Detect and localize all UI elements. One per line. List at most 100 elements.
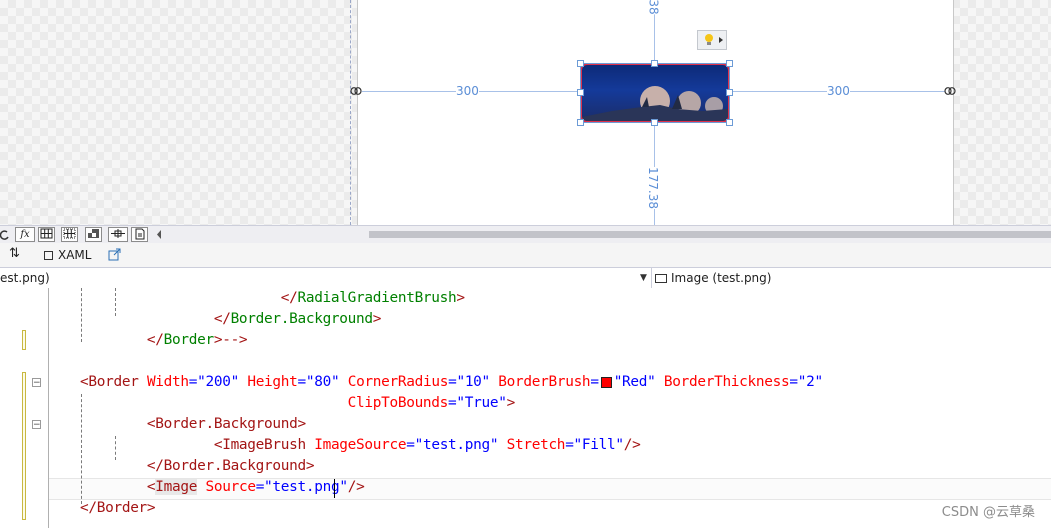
code-line[interactable]: </Border.Background>	[80, 456, 315, 477]
checker-icon	[88, 229, 99, 238]
code-line[interactable]: </Border.Background>	[80, 309, 382, 330]
code-token: ="True"	[448, 395, 507, 411]
right-anchor-icon[interactable]	[944, 86, 956, 96]
collapse-background-button[interactable]: −	[32, 420, 41, 430]
code-token: Border	[96, 500, 147, 516]
resize-handle-bl[interactable]	[577, 119, 584, 126]
snap-grid-button[interactable]	[61, 227, 78, 242]
quick-actions-button[interactable]	[697, 30, 727, 50]
code-token: Height	[247, 374, 298, 390]
fx-button[interactable]: fx	[15, 227, 35, 242]
horizontal-scrollbar[interactable]	[369, 231, 1051, 238]
code-token: CornerRadius	[347, 374, 449, 390]
resize-handle-tr[interactable]	[726, 60, 733, 67]
code-token: </	[80, 500, 97, 516]
bottom-margin-label: 177.38	[646, 167, 660, 209]
resize-handle-r[interactable]	[726, 89, 733, 96]
project-code-button[interactable]	[131, 227, 148, 242]
change-marker	[22, 330, 26, 350]
code-line[interactable]: <Image Source="test.png"/>	[80, 477, 365, 498]
resize-handle-b[interactable]	[651, 119, 658, 126]
code-token: >	[305, 458, 315, 474]
watermark: CSDN @云草桑	[941, 505, 1035, 520]
designer-ruler-line	[350, 0, 351, 225]
code-token: Border	[163, 332, 214, 348]
code-line[interactable]: <Border.Background>	[80, 414, 306, 435]
xaml-tab-icon	[44, 251, 53, 260]
code-line[interactable]: ClipToBounds="True">	[80, 393, 516, 414]
code-token: Border.Background	[230, 311, 373, 327]
code-token: ="2"	[789, 374, 823, 390]
code-token: Border.Background	[163, 458, 306, 474]
code-line[interactable]: </RadialGradientBrush>	[80, 288, 465, 309]
code-token: Image	[155, 479, 198, 495]
designer-toolbar: fx	[0, 225, 1051, 243]
resize-handle-tl[interactable]	[577, 60, 584, 67]
code-token: ImageBrush	[222, 437, 306, 453]
code-token: ImageSource	[314, 437, 407, 453]
swap-panes-button[interactable]: ⇅	[9, 246, 20, 261]
code-line[interactable]: <ImageBrush ImageSource="test.png" Stret…	[80, 435, 641, 456]
code-token: >	[456, 290, 465, 306]
document-icon	[135, 228, 145, 240]
resize-handle-br[interactable]	[726, 119, 733, 126]
snap-grid-icon	[63, 228, 76, 239]
code-token: Stretch	[506, 437, 566, 453]
code-token: >	[297, 416, 306, 432]
code-token: >	[146, 500, 156, 516]
navigation-bar: est.png) ▼ Image (test.png)	[0, 267, 1051, 289]
snap-lines-icon	[111, 229, 125, 238]
code-token: ClipToBounds	[347, 395, 449, 411]
resize-handle-t[interactable]	[651, 60, 658, 67]
text-caret	[334, 479, 335, 498]
type-selector[interactable]: est.png)	[0, 268, 652, 288]
left-anchor-icon[interactable]	[350, 86, 362, 96]
popout-icon[interactable]	[108, 248, 121, 261]
code-token: </	[146, 332, 164, 348]
code-line[interactable]: </Border>	[80, 498, 156, 519]
code-token: >-->	[213, 332, 248, 348]
grid-button[interactable]	[38, 227, 55, 242]
resize-handle-l[interactable]	[577, 89, 584, 96]
snap-lines-button[interactable]	[108, 227, 128, 242]
artboard-background-button[interactable]	[85, 227, 102, 242]
code-line[interactable]: <Border Width="200" Height="80" CornerRa…	[80, 372, 823, 393]
selection-box	[580, 63, 730, 123]
member-selector-value: Image (test.png)	[671, 271, 772, 285]
code-line[interactable]: </Border>-->	[80, 330, 248, 351]
code-token: ="test.png"	[406, 437, 499, 453]
code-token: ="200"	[188, 374, 239, 390]
code-token: >	[506, 395, 516, 411]
chevron-down-icon[interactable]: ▼	[640, 268, 647, 288]
grid-icon	[40, 228, 53, 239]
code-token: ="10"	[448, 374, 490, 390]
code-token: RadialGradientBrush	[297, 290, 457, 306]
lightbulb-icon	[705, 34, 723, 45]
designer-canvas[interactable]: 38 300 300 177.38	[0, 0, 1051, 225]
change-marker	[22, 372, 26, 520]
collapse-border-button[interactable]: −	[32, 378, 41, 388]
code-token: </	[146, 458, 164, 474]
color-swatch-red[interactable]	[600, 376, 612, 388]
scroll-left-icon[interactable]	[155, 229, 163, 240]
tab-xaml[interactable]: XAML	[44, 246, 91, 264]
refresh-icon[interactable]	[0, 228, 10, 241]
code-token: ="Fill"	[565, 437, 624, 453]
code-token: Source	[205, 479, 256, 495]
code-token: =	[590, 374, 599, 390]
xaml-code-editor[interactable]: − − </RadialGradientBrush> </Border.Back…	[0, 288, 1051, 528]
member-selector[interactable]: Image (test.png)	[655, 268, 1051, 288]
code-token: Border.Background	[155, 416, 298, 432]
code-token: "Red"	[613, 374, 656, 390]
code-token: BorderThickness	[663, 374, 790, 390]
element-icon	[655, 274, 667, 283]
